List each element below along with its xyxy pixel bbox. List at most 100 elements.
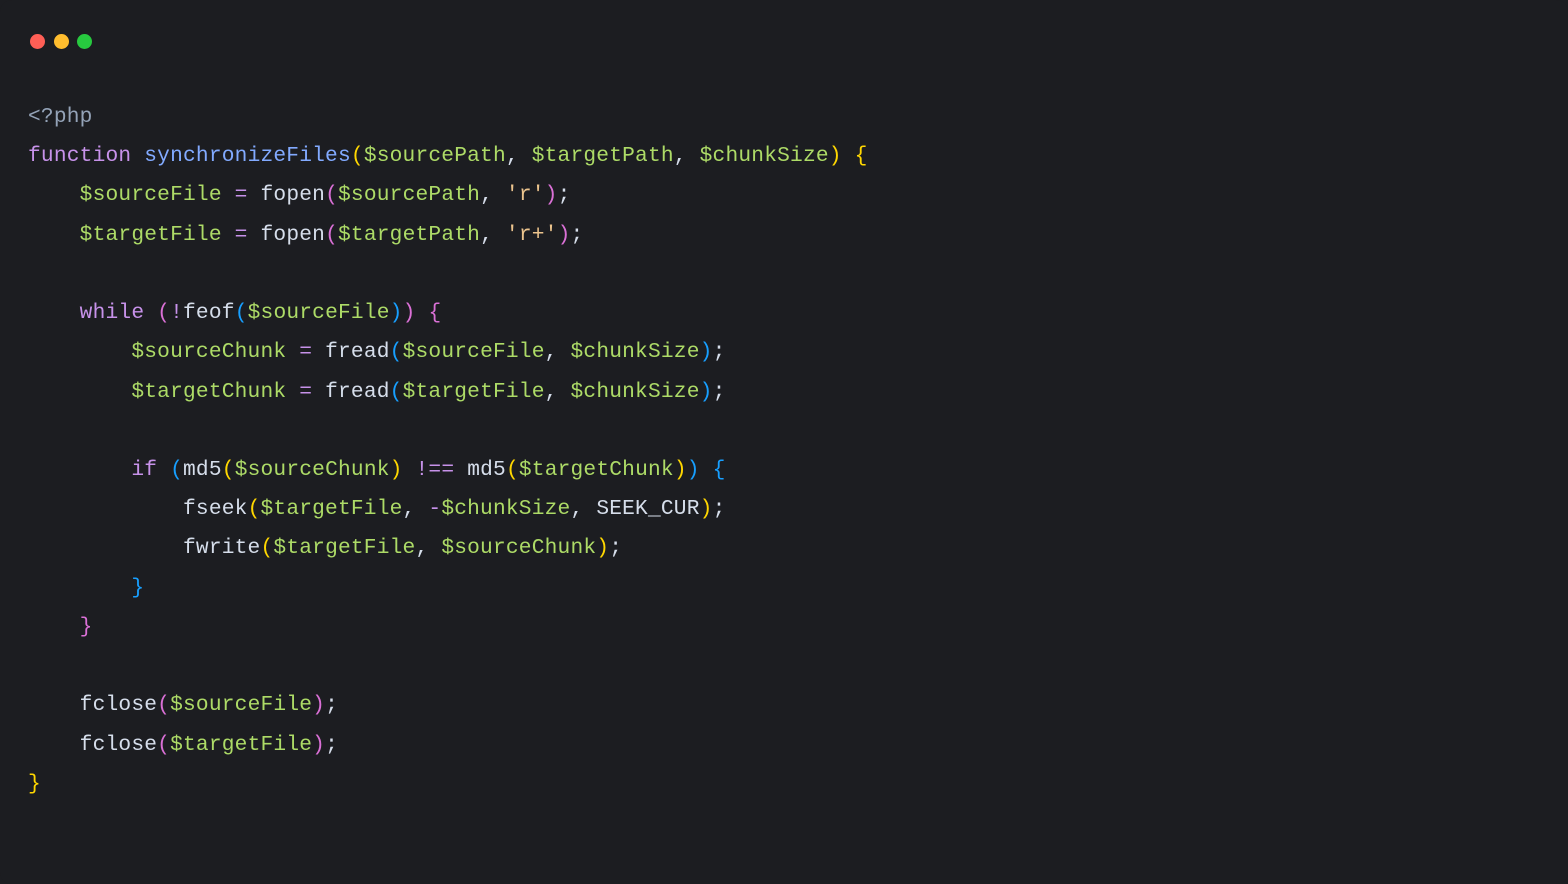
paren-close: ) bbox=[829, 144, 842, 168]
close-icon[interactable] bbox=[30, 34, 45, 49]
param-sourcePath: $sourcePath bbox=[364, 144, 506, 168]
call-fseek: fseek bbox=[183, 497, 248, 521]
brace-close: } bbox=[131, 576, 144, 600]
arg-targetFile: $targetFile bbox=[273, 536, 415, 560]
op-assign: = bbox=[299, 380, 312, 404]
semicolon: ; bbox=[713, 340, 726, 364]
op-not-identical: !== bbox=[416, 458, 455, 482]
paren-close: ) bbox=[596, 536, 609, 560]
paren-close: ) bbox=[390, 458, 403, 482]
keyword-function: function bbox=[28, 144, 131, 168]
function-name: synchronizeFiles bbox=[144, 144, 351, 168]
call-md5: md5 bbox=[183, 458, 222, 482]
arg-sourceFile: $sourceFile bbox=[170, 693, 312, 717]
paren-close: ) bbox=[390, 301, 403, 325]
var-sourceFile: $sourceFile bbox=[80, 183, 222, 207]
var-sourceChunk: $sourceChunk bbox=[131, 340, 286, 364]
paren-open: ( bbox=[157, 733, 170, 757]
paren-close: ) bbox=[687, 458, 700, 482]
arg-sourceChunk: $sourceChunk bbox=[235, 458, 390, 482]
brace-close: } bbox=[80, 615, 93, 639]
window-titlebar bbox=[0, 0, 1568, 60]
paren-close: ) bbox=[700, 497, 713, 521]
semicolon: ; bbox=[325, 693, 338, 717]
comma: , bbox=[545, 380, 558, 404]
var-targetChunk: $targetChunk bbox=[131, 380, 286, 404]
call-feof: feof bbox=[183, 301, 235, 325]
arg-targetFile: $targetFile bbox=[403, 380, 545, 404]
paren-close: ) bbox=[403, 301, 416, 325]
semicolon: ; bbox=[325, 733, 338, 757]
comma: , bbox=[415, 536, 428, 560]
semicolon: ; bbox=[713, 380, 726, 404]
maximize-icon[interactable] bbox=[77, 34, 92, 49]
comma: , bbox=[506, 144, 519, 168]
op-assign: = bbox=[235, 223, 248, 247]
comma: , bbox=[545, 340, 558, 364]
paren-open: ( bbox=[325, 183, 338, 207]
arg-targetFile: $targetFile bbox=[170, 733, 312, 757]
paren-open: ( bbox=[157, 301, 170, 325]
paren-close: ) bbox=[312, 693, 325, 717]
paren-open: ( bbox=[390, 340, 403, 364]
brace-open: { bbox=[855, 144, 868, 168]
keyword-if: if bbox=[131, 458, 157, 482]
brace-close: } bbox=[28, 772, 41, 796]
semicolon: ; bbox=[713, 497, 726, 521]
paren-close: ) bbox=[700, 340, 713, 364]
paren-open: ( bbox=[222, 458, 235, 482]
brace-open: { bbox=[713, 458, 726, 482]
call-fclose: fclose bbox=[80, 693, 158, 717]
comma: , bbox=[403, 497, 416, 521]
call-fopen: fopen bbox=[261, 183, 326, 207]
arg-targetFile: $targetFile bbox=[260, 497, 402, 521]
call-fopen: fopen bbox=[261, 223, 326, 247]
call-fread: fread bbox=[325, 380, 390, 404]
paren-close: ) bbox=[700, 380, 713, 404]
op-assign: = bbox=[299, 340, 312, 364]
string-rplus: 'r+' bbox=[506, 223, 558, 247]
param-chunkSize: $chunkSize bbox=[700, 144, 829, 168]
minimize-icon[interactable] bbox=[54, 34, 69, 49]
paren-open: ( bbox=[351, 144, 364, 168]
paren-open: ( bbox=[390, 380, 403, 404]
arg-chunkSize: $chunkSize bbox=[570, 380, 699, 404]
arg-sourceChunk: $sourceChunk bbox=[441, 536, 596, 560]
op-assign: = bbox=[235, 183, 248, 207]
code-block: <?php function synchronizeFiles($sourceP… bbox=[0, 60, 1568, 832]
arg-chunkSize: $chunkSize bbox=[441, 497, 570, 521]
call-fclose: fclose bbox=[80, 733, 158, 757]
code-window: <?php function synchronizeFiles($sourceP… bbox=[0, 0, 1568, 884]
semicolon: ; bbox=[609, 536, 622, 560]
paren-open: ( bbox=[506, 458, 519, 482]
arg-sourceFile: $sourceFile bbox=[403, 340, 545, 364]
op-not: ! bbox=[170, 301, 183, 325]
call-fwrite: fwrite bbox=[183, 536, 261, 560]
semicolon: ; bbox=[558, 183, 571, 207]
op-neg: - bbox=[428, 497, 441, 521]
comma: , bbox=[480, 183, 493, 207]
param-targetPath: $targetPath bbox=[532, 144, 674, 168]
paren-open: ( bbox=[235, 301, 248, 325]
paren-open: ( bbox=[248, 497, 261, 521]
arg-targetChunk: $targetChunk bbox=[519, 458, 674, 482]
arg-targetPath: $targetPath bbox=[338, 223, 480, 247]
comma: , bbox=[570, 497, 583, 521]
arg-sourcePath: $sourcePath bbox=[338, 183, 480, 207]
const-seekcur: SEEK_CUR bbox=[596, 497, 699, 521]
arg-chunkSize: $chunkSize bbox=[570, 340, 699, 364]
paren-close: ) bbox=[558, 223, 571, 247]
paren-open: ( bbox=[325, 223, 338, 247]
call-md5: md5 bbox=[467, 458, 506, 482]
paren-close: ) bbox=[674, 458, 687, 482]
comma: , bbox=[480, 223, 493, 247]
call-fread: fread bbox=[325, 340, 390, 364]
paren-open: ( bbox=[260, 536, 273, 560]
paren-open: ( bbox=[170, 458, 183, 482]
arg-sourceFile: $sourceFile bbox=[248, 301, 390, 325]
paren-close: ) bbox=[312, 733, 325, 757]
comma: , bbox=[674, 144, 687, 168]
paren-open: ( bbox=[157, 693, 170, 717]
paren-close: ) bbox=[545, 183, 558, 207]
php-open-tag: <?php bbox=[28, 105, 93, 129]
